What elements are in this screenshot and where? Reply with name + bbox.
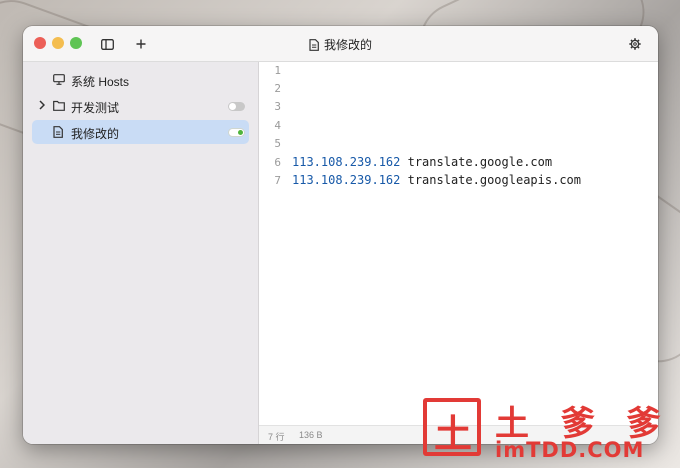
- line-number: 7: [274, 174, 281, 187]
- document-icon: [53, 126, 63, 138]
- sidebar-item-label: 开发测试: [71, 101, 120, 115]
- close-button[interactable]: [34, 37, 46, 49]
- code-text: 113.108.239.162 translate.google.com: [292, 155, 552, 169]
- add-button[interactable]: [132, 35, 150, 53]
- toggle-switch[interactable]: [228, 102, 245, 111]
- toggle-switch[interactable]: [228, 128, 245, 137]
- titlebar: 我修改的: [23, 26, 658, 62]
- minimize-button[interactable]: [52, 37, 64, 49]
- sidebar-item-dev-test[interactable]: 开发测试: [32, 94, 249, 118]
- hosts-editor[interactable]: 1 2 3 4 5 6 113.108.239.162 translate.go…: [259, 62, 658, 426]
- gear-icon: [629, 38, 641, 50]
- chevron-right-icon[interactable]: [39, 100, 45, 110]
- hostname: translate.googleapis.com: [400, 173, 581, 187]
- editor-line: 5: [259, 135, 658, 153]
- watermark-url: imTDD.COM: [495, 438, 645, 462]
- sidebar-item-system-hosts[interactable]: 系统 Hosts: [32, 68, 249, 92]
- sidebar-icon: [100, 38, 114, 50]
- ip-address: 113.108.239.162: [292, 173, 401, 187]
- monitor-icon: [53, 74, 65, 85]
- zoom-button[interactable]: [70, 37, 82, 49]
- editor-line: 3: [259, 98, 658, 116]
- settings-button[interactable]: [626, 35, 644, 53]
- sidebar-item-my-modified[interactable]: 我修改的: [32, 120, 249, 144]
- editor-line: 7 113.108.239.162 translate.googleapis.c…: [259, 172, 658, 190]
- editor-line: 6 113.108.239.162 translate.google.com: [259, 154, 658, 172]
- watermark-logo: 土 土 爹 爹 imTDD.COM: [423, 398, 673, 466]
- sidebar: 系统 Hosts 开发测试 我修改的: [23, 62, 259, 444]
- hostname: translate.google.com: [400, 155, 553, 169]
- editor-line: 2: [259, 80, 658, 98]
- editor-line: 4: [259, 117, 658, 135]
- line-number: 2: [274, 82, 281, 95]
- watermark-glyph: 土: [434, 412, 473, 456]
- line-number: 1: [274, 64, 281, 77]
- line-number: 4: [274, 119, 281, 132]
- line-number: 3: [274, 100, 281, 113]
- sidebar-item-label: 系统 Hosts: [71, 75, 130, 89]
- folder-icon: [53, 100, 65, 111]
- document-icon: [309, 38, 319, 51]
- file-size: 136 B: [299, 430, 323, 440]
- editor-line: 1: [259, 62, 658, 80]
- sidebar-item-label: 我修改的: [71, 127, 120, 141]
- window-title-text: 我修改的: [323, 38, 372, 52]
- line-number: 6: [274, 156, 281, 169]
- code-text: 113.108.239.162 translate.googleapis.com: [292, 173, 581, 187]
- window-title: 我修改的: [309, 36, 372, 53]
- plus-icon: [136, 39, 146, 49]
- app-window: 我修改的 系统 Hosts 开发测试 我修改的 1 2 3 4 5 6 113.…: [23, 26, 658, 444]
- line-number: 5: [274, 137, 281, 150]
- line-count: 7 行: [268, 432, 285, 442]
- ip-address: 113.108.239.162: [292, 155, 401, 169]
- sidebar-toggle-button[interactable]: [98, 35, 116, 53]
